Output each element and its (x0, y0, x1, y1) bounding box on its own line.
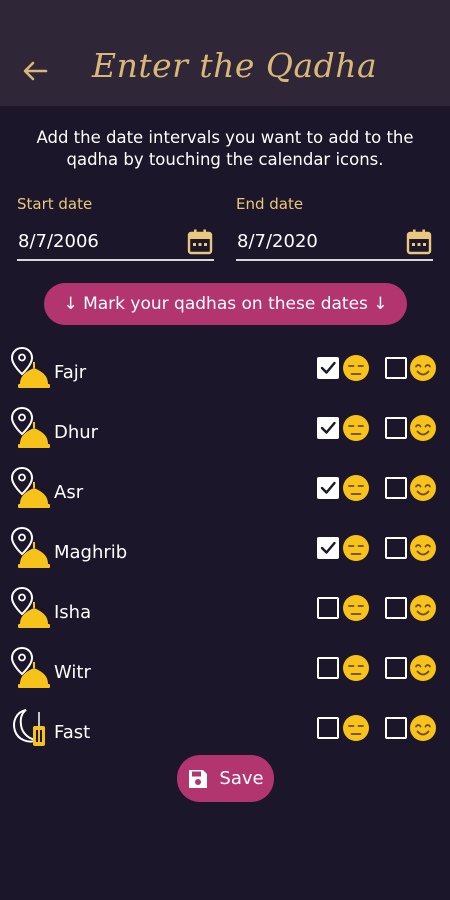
missed-checkbox[interactable] (317, 717, 339, 739)
prayer-row: Fast (0, 706, 450, 762)
mosque-pin-icon (10, 526, 50, 570)
start-date-value: 8/7/2006 (18, 231, 99, 252)
prayer-row: Isha (0, 586, 450, 642)
prayer-label: Fast (54, 722, 91, 743)
save-label: Save (219, 768, 264, 789)
missed-checkbox[interactable] (317, 477, 339, 499)
back-arrow-icon (23, 61, 48, 81)
floppy-disk-icon (189, 769, 208, 788)
prayer-label: Witr (54, 662, 91, 683)
mosque-pin-icon (10, 646, 50, 690)
completed-checkbox[interactable] (385, 717, 407, 739)
end-date-value: 8/7/2020 (237, 231, 318, 252)
neutral-face-icon (342, 714, 370, 742)
crescent-lantern-icon (10, 706, 50, 750)
calendar-icon[interactable] (187, 228, 213, 256)
intro-text: Add the date intervals you want to add t… (36, 128, 414, 169)
completed-checkbox[interactable] (385, 657, 407, 679)
mosque-pin-icon (10, 406, 50, 450)
missed-checkbox[interactable] (317, 417, 339, 439)
smiling-face-icon (409, 474, 437, 502)
missed-checkbox[interactable] (317, 597, 339, 619)
missed-checkbox[interactable] (317, 357, 339, 379)
mark-qadhas-button[interactable]: ↓ Mark your qadhas on these dates ↓ (44, 283, 407, 325)
smiling-face-icon (409, 594, 437, 622)
prayer-row: Dhur (0, 406, 450, 462)
smiling-face-icon (409, 714, 437, 742)
missed-checkbox[interactable] (317, 537, 339, 559)
mosque-pin-icon (10, 586, 50, 630)
back-button[interactable] (18, 56, 52, 86)
neutral-face-icon (342, 534, 370, 562)
neutral-face-icon (342, 354, 370, 382)
completed-checkbox[interactable] (385, 597, 407, 619)
prayer-label: Asr (54, 482, 84, 503)
start-date-field[interactable]: 8/7/2006 (17, 228, 214, 261)
smiling-face-icon (409, 654, 437, 682)
prayer-label: Fajr (54, 362, 87, 383)
completed-checkbox[interactable] (385, 357, 407, 379)
page-title: Enter the Qadha (92, 46, 378, 85)
completed-checkbox[interactable] (385, 477, 407, 499)
neutral-face-icon (342, 594, 370, 622)
app-bar: Enter the Qadha (0, 0, 450, 106)
completed-checkbox[interactable] (385, 417, 407, 439)
smiling-face-icon (409, 534, 437, 562)
prayer-label: Isha (54, 602, 92, 623)
calendar-icon[interactable] (406, 228, 432, 256)
neutral-face-icon (342, 414, 370, 442)
prayer-row: Asr (0, 466, 450, 522)
mosque-pin-icon (10, 346, 50, 390)
smiling-face-icon (409, 414, 437, 442)
neutral-face-icon (342, 654, 370, 682)
prayer-label: Dhur (54, 422, 99, 443)
start-date-label: Start date (17, 195, 93, 213)
save-button[interactable]: Save (177, 755, 274, 802)
prayer-row: Maghrib (0, 526, 450, 582)
mosque-pin-icon (10, 466, 50, 510)
missed-checkbox[interactable] (317, 657, 339, 679)
end-date-label: End date (236, 195, 304, 213)
prayer-row: Fajr (0, 346, 450, 402)
completed-checkbox[interactable] (385, 537, 407, 559)
neutral-face-icon (342, 474, 370, 502)
end-date-field[interactable]: 8/7/2020 (236, 228, 433, 261)
prayer-label: Maghrib (54, 542, 128, 563)
mark-qadhas-label: ↓ Mark your qadhas on these dates ↓ (63, 294, 388, 314)
prayer-row: Witr (0, 646, 450, 702)
smiling-face-icon (409, 354, 437, 382)
